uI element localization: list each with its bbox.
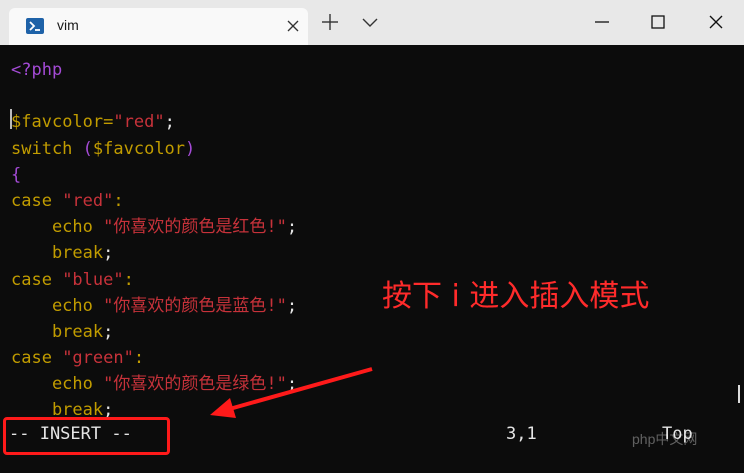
code-token: : — [113, 190, 124, 211]
code-token: break — [11, 243, 104, 264]
terminal-area[interactable]: <?php $favcolor="red"; switch ($favcolor){… — [0, 45, 744, 473]
code-token: ) — [185, 138, 196, 159]
code-token: ; — [286, 374, 298, 395]
code-token: "red" — [113, 112, 165, 133]
tab-title: vim — [57, 17, 79, 33]
insert-mode-highlight — [3, 417, 170, 455]
code-line[interactable]: echo "你喜欢的颜色是红色!"; — [11, 214, 297, 240]
code-token: case — [11, 190, 63, 211]
code-token: favcolor= — [21, 112, 114, 133]
code-line[interactable]: break; — [11, 240, 297, 266]
code-token: "green" — [62, 348, 134, 369]
window-close-icon[interactable] — [706, 12, 726, 32]
new-tab-icon[interactable] — [320, 12, 340, 32]
code-line[interactable]: case "blue": — [11, 267, 297, 293]
code-token: ; — [103, 321, 114, 342]
code-line[interactable]: case "green": — [11, 345, 297, 371]
code-token: $favcolor — [92, 138, 186, 159]
code-token: "blue" — [62, 269, 124, 290]
chevron-down-icon[interactable] — [360, 12, 380, 32]
code-token: $ — [11, 112, 22, 133]
code-token: "你喜欢的颜色是蓝色!" — [103, 295, 287, 316]
tab-vim[interactable]: vim — [9, 8, 308, 45]
code-line[interactable]: echo "你喜欢的颜色是蓝色!"; — [11, 293, 297, 319]
text-cursor — [10, 109, 12, 129]
code-line[interactable]: { — [11, 162, 297, 188]
code-token: "你喜欢的颜色是红色!" — [103, 217, 287, 238]
code-token: ; — [286, 295, 298, 316]
minimize-icon[interactable] — [592, 12, 612, 32]
code-token: break — [11, 321, 104, 342]
title-bar: vim — [0, 0, 744, 45]
code-token: ; — [103, 243, 114, 264]
code-editor[interactable]: <?php $favcolor="red"; switch ($favcolor){… — [11, 57, 297, 424]
code-line[interactable] — [11, 83, 297, 109]
code-token: "你喜欢的颜色是绿色!" — [103, 374, 287, 395]
code-line[interactable]: echo "你喜欢的颜色是绿色!"; — [11, 371, 297, 397]
code-token: "red" — [62, 190, 114, 211]
scrollbar[interactable] — [738, 385, 740, 403]
code-line[interactable]: <?php — [11, 57, 297, 83]
code-token: { — [11, 164, 22, 185]
code-token: ( — [82, 138, 93, 159]
code-line[interactable]: break; — [11, 319, 297, 345]
code-token: ; — [164, 112, 175, 133]
code-token: switch — [11, 138, 83, 159]
code-token: : — [123, 269, 134, 290]
code-token: : — [133, 348, 145, 369]
maximize-icon[interactable] — [648, 12, 668, 32]
code-line[interactable]: $favcolor="red"; — [11, 109, 297, 135]
code-token: ; — [286, 217, 298, 238]
watermark: php中文网 — [632, 431, 698, 447]
cursor-position: 3,1 — [506, 424, 537, 444]
code-token: echo — [11, 295, 104, 316]
code-line[interactable]: switch ($favcolor) — [11, 136, 297, 162]
code-token: case — [11, 348, 63, 369]
annotation-text: 按下 i 进入插入模式 — [382, 279, 650, 314]
code-token: echo — [11, 374, 104, 395]
code-line[interactable]: case "red": — [11, 188, 297, 214]
code-token: case — [11, 269, 63, 290]
tab-close-icon[interactable] — [285, 18, 301, 34]
terminal-icon — [26, 18, 44, 34]
code-token: <?php — [11, 60, 63, 80]
code-token: echo — [11, 217, 104, 238]
